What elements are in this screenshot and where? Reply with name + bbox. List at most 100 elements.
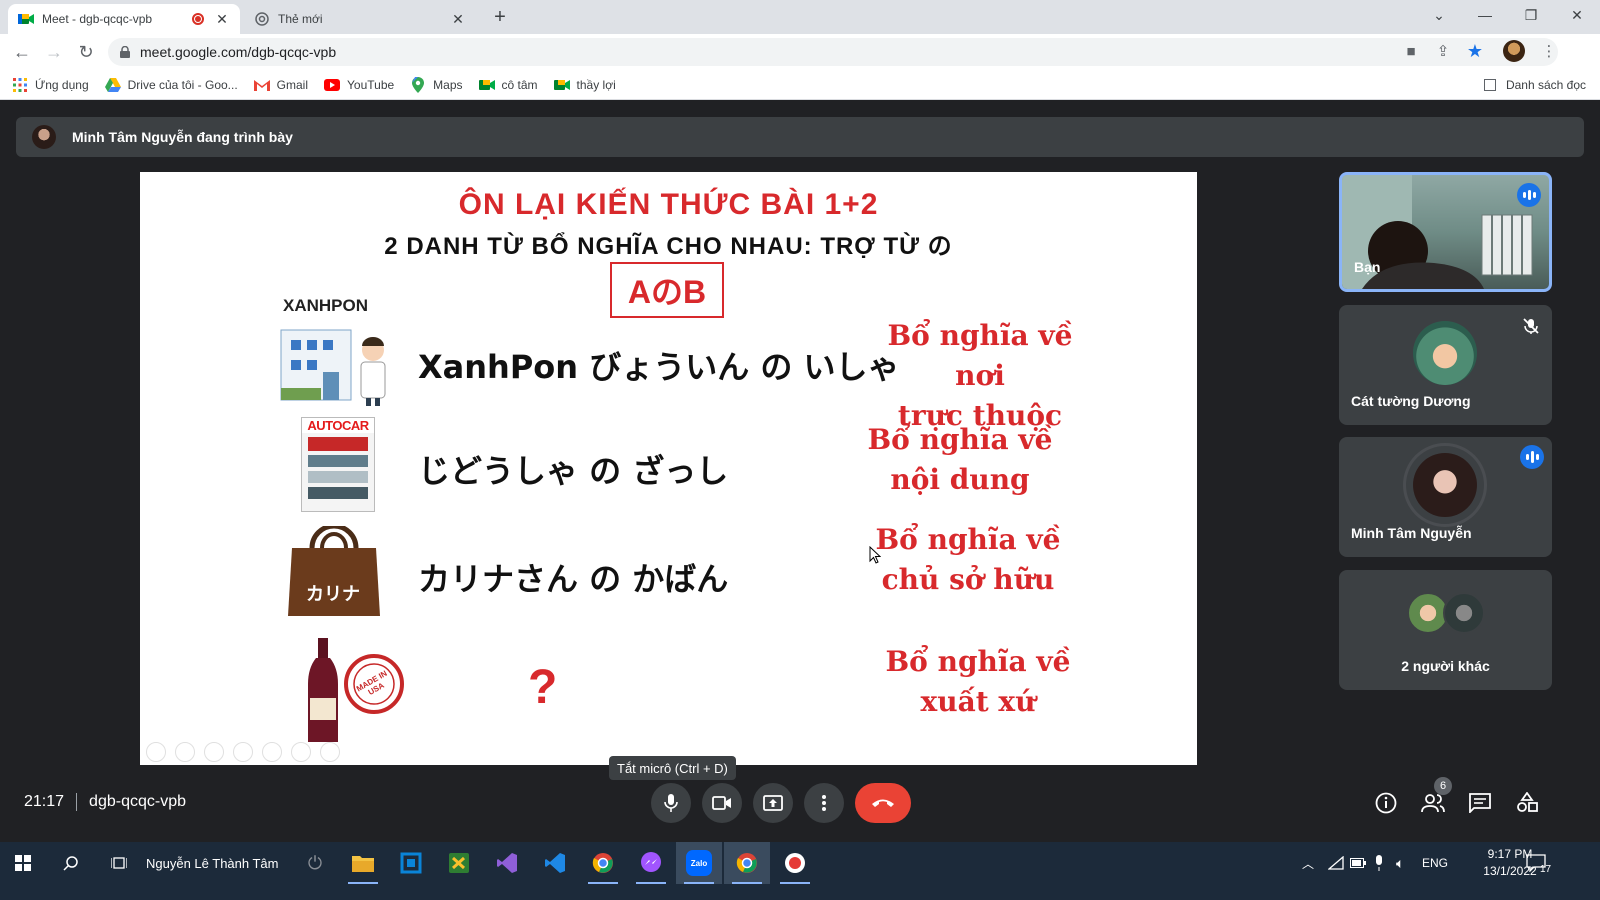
activities-button[interactable] — [1513, 789, 1541, 817]
participant-tile-cat-tuong-duong[interactable]: Cát tường Dương — [1339, 305, 1552, 425]
back-icon[interactable]: ← — [10, 40, 34, 64]
input-language[interactable]: ENG — [1422, 842, 1452, 884]
battery-icon[interactable] — [1350, 842, 1370, 884]
search-icon[interactable] — [48, 842, 94, 884]
presenter-text: Minh Tâm Nguyễn đang trình bày — [72, 129, 293, 145]
visual-studio-icon[interactable] — [484, 842, 530, 884]
chrome-active-icon[interactable] — [724, 842, 770, 884]
example-row-1-text: XanhPon びょういん の いしゃ — [418, 348, 900, 386]
bookmark-star-icon[interactable]: ★ — [1464, 40, 1486, 62]
bookmark-youtube[interactable]: YouTube — [324, 77, 394, 93]
profile-avatar[interactable] — [1503, 40, 1525, 62]
participant-avatar — [1443, 592, 1485, 634]
participant-tile-minh-tam-nguyen[interactable]: Minh Tâm Nguyễn — [1339, 437, 1552, 557]
tab-new[interactable]: Thẻ mới ✕ — [244, 4, 476, 34]
present-screen-button[interactable] — [753, 783, 793, 823]
zoom-icon[interactable] — [262, 742, 282, 762]
zalo-icon[interactable]: Zalo — [676, 842, 722, 884]
windows-start-icon[interactable] — [0, 842, 46, 884]
notification-center-icon[interactable] — [1526, 842, 1550, 884]
close-tab-icon[interactable]: ✕ — [214, 11, 230, 28]
vscode-icon[interactable] — [532, 842, 578, 884]
show-hidden-icons-icon[interactable]: ︿ — [1302, 842, 1322, 884]
end-call-button[interactable] — [855, 783, 911, 823]
participant-name: Bạn — [1354, 259, 1381, 275]
camera-in-use-icon[interactable]: ■ — [1400, 40, 1422, 62]
close-window-icon[interactable]: ✕ — [1554, 0, 1600, 30]
more-icon[interactable] — [291, 742, 311, 762]
meet-icon — [478, 77, 495, 93]
camera-icon — [712, 796, 731, 810]
prev-slide-icon[interactable] — [146, 742, 166, 762]
more-vert-icon — [822, 795, 826, 811]
participant-avatar — [1413, 321, 1477, 385]
tab-meet[interactable]: Meet - dgb-qcqc-vpb ✕ — [8, 4, 240, 34]
task-view-icon[interactable] — [96, 842, 142, 884]
next-slide-icon[interactable] — [175, 742, 195, 762]
meeting-details-button[interactable] — [1372, 789, 1400, 817]
meeting-info: 21:17 dgb-qcqc-vpb — [24, 793, 186, 811]
forward-icon[interactable]: → — [42, 40, 66, 64]
bookmark-co-tam[interactable]: cô tâm — [478, 77, 538, 93]
app-icon-blue[interactable] — [388, 842, 434, 884]
share-icon[interactable]: ⇪ — [1432, 40, 1454, 62]
recording-icon — [192, 13, 204, 25]
maps-icon — [410, 76, 426, 93]
reload-icon[interactable]: ↻ — [74, 40, 98, 64]
example-row-3-text: カリナさん の かばん — [418, 560, 729, 598]
address-bar[interactable]: meet.google.com/dgb-qcqc-vpb — [108, 38, 1558, 66]
presenter-banner: Minh Tâm Nguyễn đang trình bày — [16, 117, 1584, 157]
slide-subtitle: 2 DANH TỪ BỔ NGHĨA CHO NHAU: TRỢ TỪ の — [384, 233, 953, 260]
tab-search-chevron-icon[interactable]: ⌄ — [1416, 0, 1462, 30]
chat-icon — [1469, 793, 1491, 813]
youtube-icon — [324, 77, 341, 93]
participant-tile-you[interactable]: Bạn — [1339, 172, 1552, 292]
bookmark-label: Maps — [433, 77, 463, 92]
more-options-button[interactable] — [804, 783, 844, 823]
minimize-icon[interactable]: — — [1462, 0, 1508, 30]
chat-button[interactable] — [1466, 789, 1494, 817]
bookmark-gmail[interactable]: Gmail — [253, 77, 308, 93]
mic-tray-icon[interactable] — [1374, 842, 1390, 884]
people-icon — [1421, 794, 1445, 813]
menu-kebab-icon[interactable]: ⋮ — [1538, 40, 1560, 62]
reading-list[interactable]: Danh sách đọc — [1483, 70, 1586, 100]
copy-icon[interactable] — [233, 742, 253, 762]
bookmark-drive[interactable]: Drive của tôi - Goo... — [104, 77, 238, 93]
meeting-time: 21:17 — [24, 793, 65, 810]
people-count-badge: 6 — [1434, 777, 1452, 795]
volume-icon[interactable]: 🔈︎ — [1396, 842, 1416, 884]
divider — [76, 793, 78, 811]
bookmark-maps[interactable]: Maps — [410, 76, 463, 93]
taskbar-user[interactable]: Nguyễn Lê Thành Tâm — [146, 842, 286, 884]
file-explorer-icon[interactable] — [340, 842, 386, 884]
power-icon[interactable]: ⏻ — [292, 842, 338, 884]
new-tab-icon[interactable]: + — [488, 4, 512, 30]
restore-icon[interactable]: ❐ — [1508, 0, 1554, 30]
bookmark-thay-loi[interactable]: thầy lợi — [553, 77, 616, 93]
example-row-2-text: じどうしゃ の ざっし — [418, 452, 729, 490]
camera-button[interactable] — [702, 783, 742, 823]
network-icon[interactable] — [1328, 842, 1348, 884]
slide-title: ÔN LẠI KIẾN THỨC BÀI 1+2 — [458, 188, 879, 221]
speaking-indicator-icon — [1517, 183, 1541, 207]
reading-list-icon — [1483, 79, 1496, 91]
chrome-icon[interactable] — [580, 842, 626, 884]
note-line-1: Bổ nghĩa về — [867, 423, 1053, 456]
browser-toolbar: ← → ↻ meet.google.com/dgb-qcqc-vpb ■ ⇪ ★… — [0, 34, 1600, 70]
screen-recorder-icon[interactable] — [772, 842, 818, 884]
options-icon[interactable] — [320, 742, 340, 762]
bookmark-apps[interactable]: Ứng dụng — [12, 77, 89, 93]
mic-button[interactable] — [651, 783, 691, 823]
close-tab-icon[interactable]: ✕ — [450, 11, 466, 28]
url-text: meet.google.com/dgb-qcqc-vpb — [140, 44, 337, 60]
participant-tile-others[interactable]: 2 người khác — [1339, 570, 1552, 690]
drive-icon — [104, 77, 121, 93]
bookmark-label: Ứng dụng — [35, 77, 89, 92]
messenger-icon[interactable] — [628, 842, 674, 884]
xanhpon-label: XANHPON — [283, 296, 369, 315]
apps-grid-icon — [12, 77, 28, 93]
example-row-2-note: Bổ nghĩa về nội dung — [855, 420, 1065, 500]
pen-icon[interactable] — [204, 742, 224, 762]
app-icon-green[interactable] — [436, 842, 482, 884]
